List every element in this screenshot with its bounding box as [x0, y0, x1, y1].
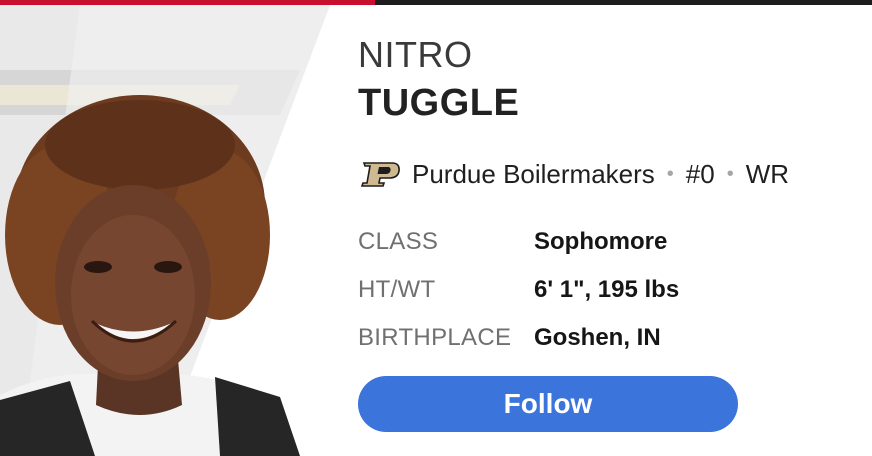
player-stats: CLASS Sophomore HT/WT 6' 1", 195 lbs BIR… — [358, 218, 679, 362]
stat-row-height-weight: HT/WT 6' 1", 195 lbs — [358, 266, 679, 314]
separator-dot: • — [666, 162, 674, 185]
stat-row-birthplace: BIRTHPLACE Goshen, IN — [358, 314, 679, 362]
player-first-name: NITRO — [358, 34, 473, 75]
player-headshot — [0, 5, 350, 456]
team-name[interactable]: Purdue Boilermakers — [412, 159, 655, 190]
jersey-number: #0 — [685, 158, 715, 189]
stat-value: Sophomore — [534, 228, 668, 255]
stat-value: Goshen, IN — [534, 324, 661, 351]
stat-row-class: CLASS Sophomore — [358, 218, 679, 266]
follow-button[interactable]: Follow — [358, 376, 738, 432]
purdue-p-logo-icon[interactable] — [358, 159, 404, 189]
player-last-name: TUGGLE — [358, 82, 520, 124]
stat-label: BIRTHPLACE — [358, 324, 512, 351]
player-position: WR — [745, 158, 790, 189]
stat-value: 6' 1", 195 lbs — [534, 276, 680, 303]
stat-label: CLASS — [358, 228, 439, 255]
separator-dot: • — [726, 162, 734, 185]
stat-label: HT/WT — [358, 276, 436, 303]
team-info-row: Purdue Boilermakers • #0 • WR — [358, 157, 789, 191]
